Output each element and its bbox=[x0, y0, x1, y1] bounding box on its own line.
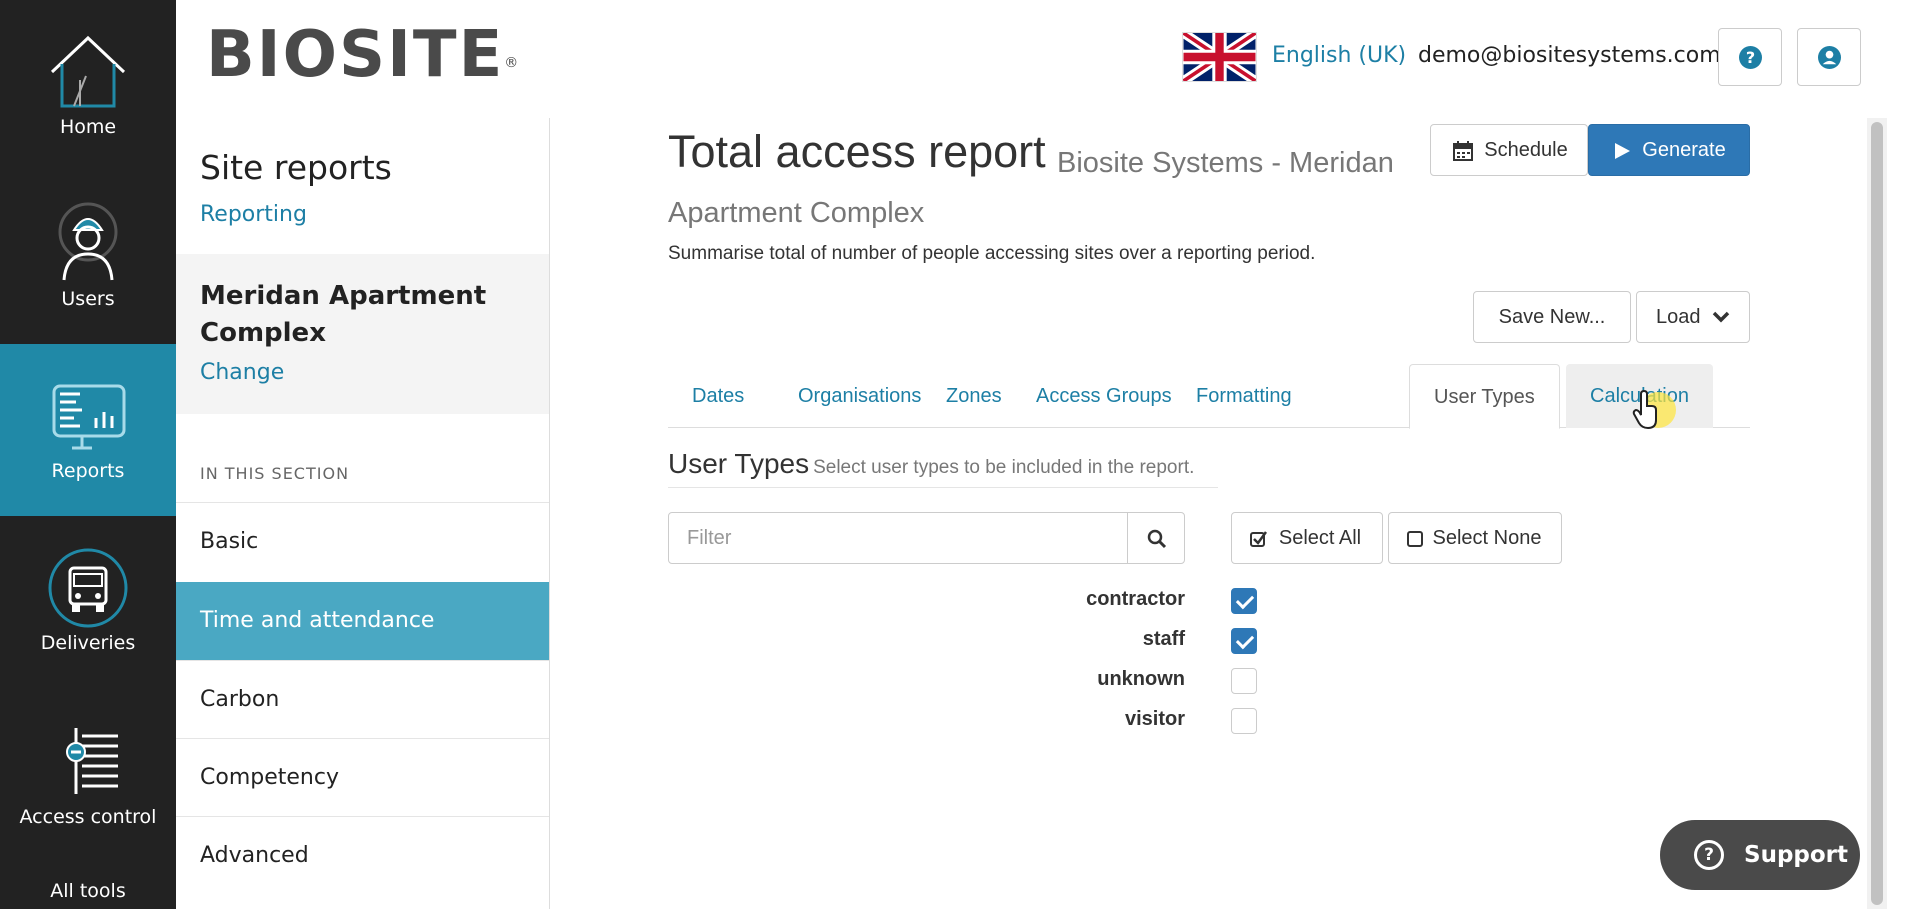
tab-user-types[interactable]: User Types bbox=[1409, 364, 1560, 429]
help-icon: ? bbox=[1739, 46, 1762, 69]
support-label: Support bbox=[1744, 842, 1849, 868]
sidebar-item-competency[interactable]: Competency bbox=[176, 738, 549, 816]
checkbox-checked-icon bbox=[1250, 531, 1268, 547]
nav-reports[interactable]: Reports bbox=[0, 344, 176, 516]
report-description: Summarise total of number of people acce… bbox=[668, 243, 1316, 264]
filter-search-button[interactable] bbox=[1127, 512, 1185, 564]
biosite-logo[interactable]: BIOSITE ® bbox=[206, 22, 518, 88]
scrollbar-thumb[interactable] bbox=[1871, 122, 1883, 905]
page-subtitle: Biosite Systems - Meridan Apartment Comp… bbox=[668, 147, 1394, 229]
generate-button[interactable]: Generate bbox=[1588, 124, 1750, 176]
change-site-link[interactable]: Change bbox=[200, 360, 284, 385]
sidebar-item-carbon[interactable]: Carbon bbox=[176, 660, 549, 738]
save-new-button[interactable]: Save New... bbox=[1473, 291, 1631, 343]
schedule-label: Schedule bbox=[1484, 139, 1568, 161]
report-sidebar: Site reports Reporting Meridan Apartment… bbox=[176, 118, 550, 909]
nav-users-label: Users bbox=[61, 288, 115, 310]
load-label: Load bbox=[1655, 306, 1701, 328]
generate-label: Generate bbox=[1642, 139, 1726, 161]
turnstile-icon bbox=[66, 728, 118, 794]
nav-reports-label: Reports bbox=[51, 460, 125, 482]
calendar-icon bbox=[1453, 141, 1473, 161]
user-types-help: Select user types to be included in the … bbox=[813, 457, 1195, 478]
nav-users[interactable]: Users bbox=[0, 172, 176, 344]
tab-zones[interactable]: Zones bbox=[922, 364, 1026, 428]
report-tabs: Dates Organisations Zones Access Groups … bbox=[668, 364, 1750, 429]
user-account-icon bbox=[1818, 46, 1841, 69]
house-icon bbox=[50, 35, 126, 108]
nav-access-control[interactable]: Access control bbox=[0, 688, 176, 860]
sidebar-title: Site reports bbox=[200, 148, 392, 187]
user-account-button[interactable] bbox=[1797, 28, 1861, 86]
truck-icon bbox=[48, 548, 128, 628]
load-button[interactable]: Load bbox=[1636, 291, 1750, 343]
language-selector[interactable]: English (UK) bbox=[1272, 43, 1406, 68]
nav-home[interactable]: Home bbox=[0, 0, 176, 172]
user-type-label-visitor: visitor bbox=[1124, 708, 1185, 730]
tab-access-groups[interactable]: Access Groups bbox=[1012, 364, 1196, 428]
select-all-label: Select All bbox=[1278, 527, 1362, 549]
nav-deliveries-label: Deliveries bbox=[40, 632, 136, 654]
tab-dates[interactable]: Dates bbox=[668, 364, 768, 428]
tab-organisations[interactable]: Organisations bbox=[774, 364, 945, 428]
user-type-checkbox-unknown[interactable] bbox=[1231, 668, 1257, 694]
search-icon bbox=[1147, 529, 1167, 549]
schedule-button[interactable]: Schedule bbox=[1430, 124, 1588, 176]
sidebar-item-basic[interactable]: Basic bbox=[176, 502, 549, 580]
user-types-heading: User Types Select user types to be includ… bbox=[668, 448, 1218, 488]
report-chart-icon bbox=[52, 384, 126, 450]
section-heading: IN THIS SECTION bbox=[200, 464, 350, 483]
sidebar-item-time-and-attendance[interactable]: Time and attendance bbox=[176, 582, 549, 660]
support-button[interactable]: ? Support bbox=[1660, 820, 1860, 890]
sidebar-item-advanced[interactable]: Advanced bbox=[176, 816, 549, 894]
nav-deliveries[interactable]: Deliveries bbox=[0, 516, 176, 688]
select-all-button[interactable]: Select All bbox=[1231, 512, 1383, 564]
user-email[interactable]: demo@biositesystems.com bbox=[1418, 43, 1721, 68]
help-button[interactable]: ? bbox=[1718, 28, 1782, 86]
reporting-link[interactable]: Reporting bbox=[200, 202, 307, 227]
select-none-label: Select None bbox=[1432, 527, 1542, 549]
filter-input[interactable] bbox=[668, 512, 1128, 564]
play-icon bbox=[1615, 143, 1630, 159]
checkbox-empty-icon bbox=[1407, 531, 1423, 547]
user-type-checkbox-staff[interactable] bbox=[1231, 628, 1257, 654]
help-circle-icon: ? bbox=[1694, 840, 1724, 870]
nav-all-tools[interactable]: All tools bbox=[0, 870, 176, 909]
tab-formatting[interactable]: Formatting bbox=[1172, 364, 1316, 428]
user-type-checkbox-visitor[interactable] bbox=[1231, 708, 1257, 734]
worker-icon bbox=[58, 202, 118, 281]
user-type-label-staff: staff bbox=[1142, 628, 1185, 650]
user-type-checkbox-contractor[interactable] bbox=[1231, 588, 1257, 614]
user-type-label-contractor: contractor bbox=[1086, 588, 1185, 610]
user-type-label-unknown: unknown bbox=[1097, 668, 1185, 690]
site-panel: Meridan Apartment Complex Change bbox=[176, 254, 549, 414]
app-navigation: Home Users Reports Deliveries Access con… bbox=[0, 0, 176, 909]
chevron-down-icon bbox=[1712, 311, 1730, 323]
logo-text: BIOSITE bbox=[206, 18, 505, 92]
site-name: Meridan Apartment Complex bbox=[200, 281, 487, 348]
hand-cursor-icon bbox=[1632, 390, 1657, 430]
page-scrollbar[interactable] bbox=[1867, 118, 1887, 909]
nav-access-control-label: Access control bbox=[19, 806, 157, 828]
uk-flag-icon[interactable] bbox=[1182, 32, 1257, 82]
select-none-button[interactable]: Select None bbox=[1388, 512, 1562, 564]
nav-home-label: Home bbox=[59, 116, 117, 138]
logo-registered-mark: ® bbox=[504, 55, 521, 71]
user-types-title: User Types bbox=[668, 448, 810, 479]
